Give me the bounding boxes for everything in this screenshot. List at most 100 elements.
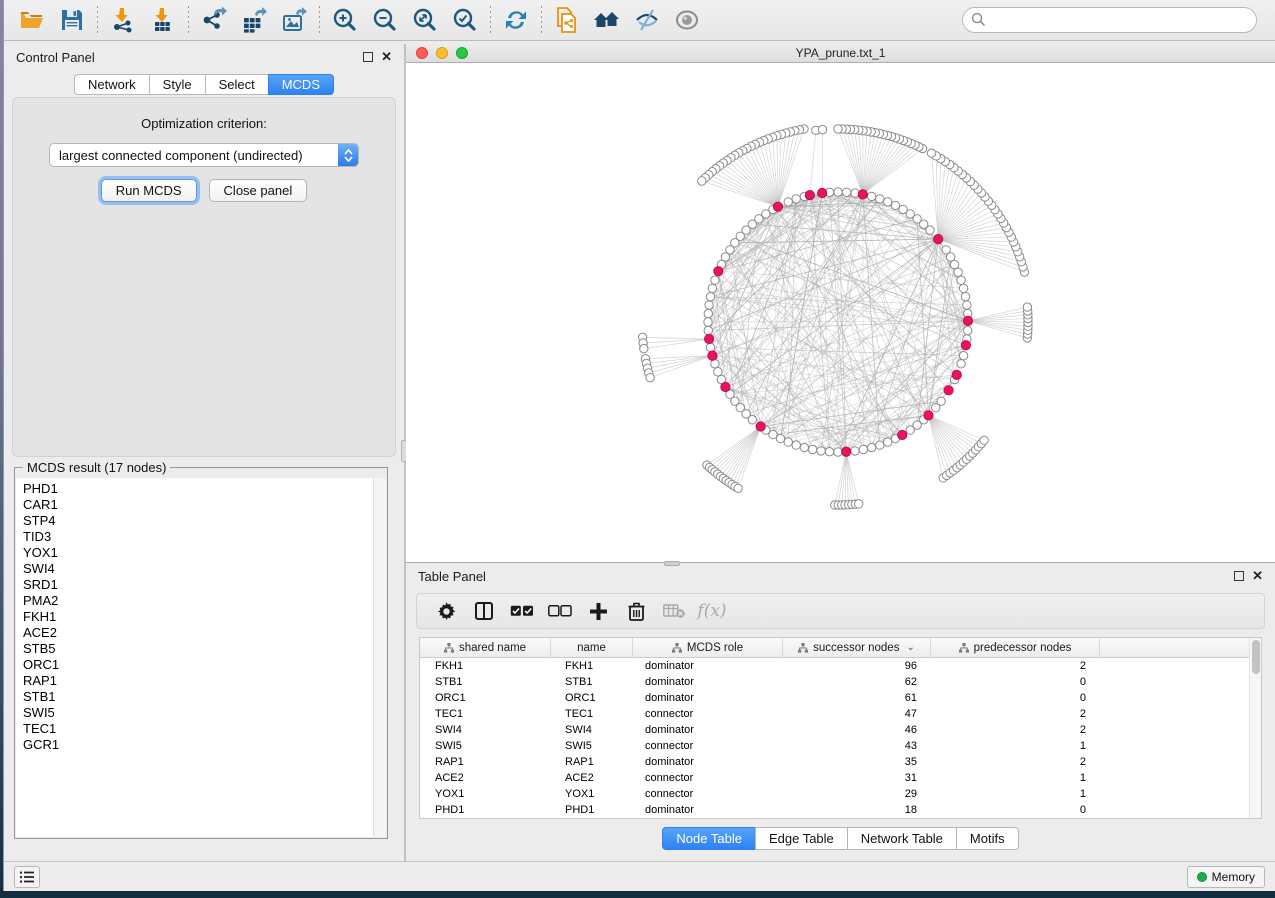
mcds-tab-content: Optimization criterion: largest connecte… bbox=[12, 97, 396, 457]
mcds-result-item[interactable]: STP4 bbox=[23, 513, 386, 529]
network-window-titlebar[interactable]: YPA_prune.txt_1 bbox=[406, 44, 1275, 63]
column-header-MCDS-role[interactable]: MCDS role bbox=[633, 638, 783, 657]
run-mcds-button[interactable]: Run MCDS bbox=[101, 179, 197, 202]
export-table-icon[interactable] bbox=[234, 3, 274, 37]
memory-button[interactable]: Memory bbox=[1187, 866, 1265, 888]
deselect-all-icon[interactable] bbox=[541, 596, 579, 626]
mcds-result-item[interactable]: GCR1 bbox=[23, 737, 386, 753]
add-column-icon[interactable] bbox=[579, 596, 617, 626]
open-file-icon[interactable] bbox=[12, 3, 52, 37]
zoom-out-icon[interactable] bbox=[365, 3, 405, 37]
table-row[interactable]: ORC1ORC1dominator610 bbox=[420, 690, 1261, 706]
network-view-window: YPA_prune.txt_1 bbox=[406, 44, 1275, 563]
mcds-result-item[interactable]: ACE2 bbox=[23, 625, 386, 641]
table-splitter-grip[interactable] bbox=[664, 561, 680, 566]
table-row[interactable]: STB1STB1dominator620 bbox=[420, 674, 1261, 690]
network-canvas[interactable] bbox=[406, 63, 1275, 562]
node-table: shared namenameMCDS rolesuccessor nodes⌄… bbox=[419, 637, 1262, 819]
table-row[interactable]: SWI4SWI4dominator462 bbox=[420, 722, 1261, 738]
tab-network[interactable]: Network bbox=[74, 74, 149, 95]
table-row[interactable]: FKH1FKH1dominator962 bbox=[420, 658, 1261, 674]
tab-motifs[interactable]: Motifs bbox=[956, 827, 1019, 850]
mcds-result-item[interactable]: TID3 bbox=[23, 529, 386, 545]
table-row[interactable]: TEC1TEC1connector472 bbox=[420, 706, 1261, 722]
column-header-shared-name[interactable]: shared name bbox=[420, 638, 551, 657]
column-header-successor-nodes[interactable]: successor nodes⌄ bbox=[783, 638, 931, 657]
mcds-result-item[interactable]: ORC1 bbox=[23, 657, 386, 673]
tab-select[interactable]: Select bbox=[205, 74, 268, 95]
tab-edge-table[interactable]: Edge Table bbox=[755, 827, 847, 850]
refresh-layout-icon[interactable] bbox=[496, 3, 536, 37]
settings-gear-icon[interactable] bbox=[427, 596, 465, 626]
show-panel-icon[interactable] bbox=[667, 3, 707, 37]
mcds-result-item[interactable]: YOX1 bbox=[23, 545, 386, 561]
task-history-icon[interactable] bbox=[14, 866, 40, 888]
cell-name: YOX1 bbox=[551, 788, 633, 800]
table-scrollbar[interactable] bbox=[1249, 638, 1261, 818]
hide-panel-icon[interactable] bbox=[627, 3, 667, 37]
delete-table-icon[interactable] bbox=[655, 596, 693, 626]
export-network-icon[interactable] bbox=[194, 3, 234, 37]
mcds-result-item[interactable]: PHD1 bbox=[23, 481, 386, 497]
close-table-panel-icon[interactable]: ✕ bbox=[1252, 571, 1263, 581]
zoom-fit-icon[interactable] bbox=[405, 3, 445, 37]
mcds-result-item[interactable]: CAR1 bbox=[23, 497, 386, 513]
export-image-icon[interactable] bbox=[274, 3, 314, 37]
columns-icon[interactable] bbox=[465, 596, 503, 626]
table-row[interactable]: ACE2ACE2connector311 bbox=[420, 770, 1261, 786]
tab-node-table[interactable]: Node Table bbox=[662, 827, 755, 850]
zoom-in-icon[interactable] bbox=[325, 3, 365, 37]
cell-successor-nodes: 62 bbox=[783, 676, 931, 688]
cell-predecessor-nodes: 0 bbox=[931, 692, 1100, 704]
function-builder-icon[interactable]: f(x) bbox=[693, 596, 731, 626]
close-panel-button[interactable]: Close panel bbox=[209, 179, 308, 202]
network-overview-icon[interactable] bbox=[587, 3, 627, 37]
close-panel-icon[interactable]: ✕ bbox=[381, 52, 392, 62]
table-row[interactable]: RAP1RAP1dominator352 bbox=[420, 754, 1261, 770]
table-row[interactable]: YOX1YOX1connector291 bbox=[420, 786, 1261, 802]
select-all-icon[interactable] bbox=[503, 596, 541, 626]
mcds-list-scrollbar[interactable] bbox=[373, 478, 386, 837]
float-table-panel-icon[interactable] bbox=[1234, 571, 1244, 581]
column-header-name[interactable]: name bbox=[551, 638, 633, 657]
mcds-result-item[interactable]: PMA2 bbox=[23, 593, 386, 609]
save-icon[interactable] bbox=[52, 3, 92, 37]
toolbar-separator bbox=[319, 6, 320, 34]
mcds-result-item[interactable]: RAP1 bbox=[23, 673, 386, 689]
network-window-title: YPA_prune.txt_1 bbox=[406, 46, 1275, 60]
cell-name: ACE2 bbox=[551, 772, 633, 784]
mcds-result-item[interactable]: STB5 bbox=[23, 641, 386, 657]
control-panel: Control Panel ✕ NetworkStyleSelectMCDS O… bbox=[4, 44, 404, 861]
mcds-result-item[interactable]: SWI5 bbox=[23, 705, 386, 721]
mcds-result-item[interactable]: SRD1 bbox=[23, 577, 386, 593]
tab-style[interactable]: Style bbox=[149, 74, 205, 95]
status-bar: Memory bbox=[4, 861, 1275, 891]
search-input[interactable] bbox=[962, 7, 1257, 33]
clone-network-icon[interactable] bbox=[547, 3, 587, 37]
mcds-result-item[interactable]: FKH1 bbox=[23, 609, 386, 625]
mcds-result-item[interactable]: STB1 bbox=[23, 689, 386, 705]
control-panel-tabs: NetworkStyleSelectMCDS bbox=[4, 74, 404, 95]
cell-MCDS-role: dominator bbox=[633, 692, 783, 704]
delete-icon[interactable] bbox=[617, 596, 655, 626]
network-graph[interactable] bbox=[406, 63, 1275, 562]
cell-name: SWI5 bbox=[551, 740, 633, 752]
mcds-result-item[interactable]: SWI4 bbox=[23, 561, 386, 577]
tab-mcds[interactable]: MCDS bbox=[268, 74, 334, 95]
table-scrollbar-thumb[interactable] bbox=[1252, 640, 1260, 674]
table-row[interactable]: SWI5SWI5connector431 bbox=[420, 738, 1261, 754]
import-table-icon[interactable] bbox=[143, 3, 183, 37]
mcds-result-item[interactable]: TEC1 bbox=[23, 721, 386, 737]
column-header-predecessor-nodes[interactable]: predecessor nodes bbox=[931, 638, 1100, 657]
mcds-result-list[interactable]: PHD1CAR1STP4TID3YOX1SWI4SRD1PMA2FKH1ACE2… bbox=[16, 478, 386, 837]
search-icon bbox=[971, 12, 986, 27]
zoom-selected-icon[interactable] bbox=[445, 3, 485, 37]
tab-network-table[interactable]: Network Table bbox=[847, 827, 956, 850]
cell-shared-name: ACE2 bbox=[420, 772, 551, 784]
cell-predecessor-nodes: 1 bbox=[931, 788, 1100, 800]
table-row[interactable]: PHD1PHD1dominator180 bbox=[420, 802, 1261, 818]
cell-MCDS-role: connector bbox=[633, 708, 783, 720]
import-network-icon[interactable] bbox=[103, 3, 143, 37]
optimization-criterion-select[interactable]: largest connected component (undirected) bbox=[49, 143, 359, 167]
float-panel-icon[interactable] bbox=[363, 52, 373, 62]
